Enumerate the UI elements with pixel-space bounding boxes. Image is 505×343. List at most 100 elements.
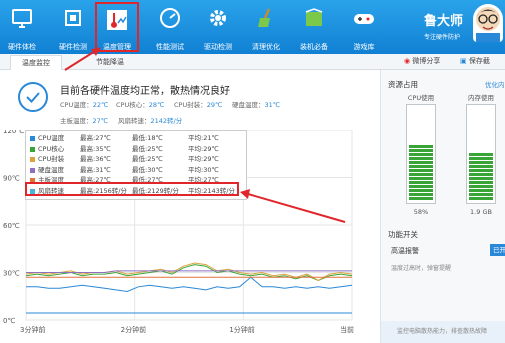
reading-0: CPU温度：22℃ xyxy=(60,99,108,109)
legend-avg: 平均:29℃ xyxy=(188,155,219,164)
sub-navigation: 温度监控 节能降温 ◉ 微博分享 ▣ 保存截 xyxy=(0,54,505,70)
legend-name: 硬盘温度 xyxy=(38,165,64,174)
high-temp-alarm-description: 温度过高时，弹窗提醒 xyxy=(391,265,452,272)
toolbar-label: 温度管理 xyxy=(103,43,131,51)
gear-icon xyxy=(206,6,230,30)
reading-label: CPU封装： xyxy=(174,101,207,109)
resource-usage-title: 资源占用 xyxy=(388,80,418,89)
tab-temperature-monitor[interactable]: 温度监控 xyxy=(10,55,62,70)
share-label: 微博分享 xyxy=(412,57,441,65)
legend-min: 最低:30℃ xyxy=(132,165,163,174)
reading-label: CPU核心： xyxy=(116,101,149,109)
high-temp-alarm-label: 高温报警 xyxy=(391,247,419,255)
resource-sidebar: 资源占用 优化内 CPU使用 58% 内存使用 1.9 GB 功能开关 高温报警… xyxy=(380,70,505,343)
monitor-icon xyxy=(10,6,34,30)
y-tick-label: 90℃ xyxy=(3,175,20,183)
weibo-share-button[interactable]: ◉ 微博分享 xyxy=(404,56,440,66)
gamepad-icon xyxy=(352,6,376,30)
toolbar-item-6[interactable]: 装机必备 xyxy=(292,2,336,52)
legend-row: CPU封装 最高:36℃ 最低:25℃ 平均:29℃ xyxy=(26,155,246,164)
legend-name: CPU核心 xyxy=(38,144,65,153)
tab-energy-saving[interactable]: 节能降温 xyxy=(84,55,136,70)
legend-max: 最高:35℃ xyxy=(80,144,111,153)
reading-value: 27℃ xyxy=(92,117,109,125)
legend-max: 最高:31℃ xyxy=(80,165,111,174)
temperature-status-panel: 目前各硬件温度均正常，散热情况良好 CPU温度：22℃ CPU核心：28℃ CPU封… xyxy=(0,70,378,130)
memory-usage-label: 内存使用 xyxy=(468,94,494,102)
fan-speed-highlight xyxy=(25,182,239,196)
legend-swatch xyxy=(30,167,35,173)
box-icon xyxy=(302,6,326,30)
toolbar-item-1[interactable]: 硬件检测 xyxy=(51,2,95,52)
reading-value: 28℃ xyxy=(148,101,165,109)
features-title: 功能开关 xyxy=(388,230,418,239)
reading-label: 主板温度： xyxy=(60,117,93,125)
optimize-memory-link[interactable]: 优化内 xyxy=(485,79,505,89)
chip-icon xyxy=(61,6,85,30)
camera-icon: ▣ xyxy=(460,57,467,65)
reading-value: 2142转/分 xyxy=(150,117,183,125)
sidebar-footer: 监控电脑散热能力，排查散热故障 xyxy=(381,321,505,343)
check-icon xyxy=(18,82,48,112)
cpu-usage-gauge xyxy=(406,104,436,204)
legend-swatch xyxy=(30,136,35,141)
speedometer-icon xyxy=(158,6,182,30)
legend-swatch xyxy=(30,157,35,163)
reading-5: 风扇转速：2142转/分 xyxy=(118,115,182,125)
reading-value: 29℃ xyxy=(206,101,223,109)
toolbar-item-4[interactable]: 驱动检测 xyxy=(196,2,240,52)
mascot-avatar[interactable] xyxy=(473,4,503,42)
high-temp-alarm-toggle[interactable]: 已开启 xyxy=(490,244,505,256)
legend-max: 最高:36℃ xyxy=(80,155,111,164)
memory-usage-fill xyxy=(469,153,493,201)
y-tick-label: 0℃ xyxy=(3,317,15,325)
legend-avg: 平均:30℃ xyxy=(188,165,219,174)
toolbar-item-7[interactable]: 游戏库 xyxy=(342,2,386,52)
reading-label: 硬盘温度： xyxy=(232,101,265,109)
legend-min: 最低:25℃ xyxy=(132,155,163,164)
reading-1: CPU核心：28℃ xyxy=(116,99,164,109)
legend-max: 最高:27℃ xyxy=(80,134,111,142)
legend-row: CPU温度 最高:27℃ 最低:18℃ 平均:21℃ xyxy=(26,134,246,143)
legend-name: CPU封装 xyxy=(38,155,65,164)
y-tick-label: 30℃ xyxy=(3,270,20,278)
x-tick-label: 1分钟前 xyxy=(229,325,254,334)
toolbar-label: 硬件体检 xyxy=(8,43,36,51)
toolbar-item-3[interactable]: 性能测试 xyxy=(148,2,192,52)
reading-4: 主板温度：27℃ xyxy=(60,115,108,125)
y-tick-label: 120℃ xyxy=(3,130,24,135)
reading-value: 31℃ xyxy=(264,101,281,109)
legend-row: 硬盘温度 最高:31℃ 最低:30℃ 平均:30℃ xyxy=(26,166,246,175)
toolbar-label: 游戏库 xyxy=(353,43,375,51)
legend-name: CPU温度 xyxy=(38,134,65,142)
reading-label: 风扇转速： xyxy=(118,117,151,125)
legend-avg: 平均:29℃ xyxy=(188,144,219,153)
toolbar-item-5[interactable]: 清理优化 xyxy=(244,2,288,52)
save-screenshot-button[interactable]: ▣ 保存截 xyxy=(460,56,490,66)
cpu-usage-value: 58% xyxy=(413,208,429,216)
y-tick-label: 60℃ xyxy=(3,222,20,230)
reading-label: CPU温度： xyxy=(60,101,93,109)
x-tick-label: 3分钟前 xyxy=(20,325,45,334)
memory-usage-value: 1.9 GB xyxy=(470,208,492,216)
share-icon: ◉ xyxy=(404,57,411,65)
toolbar-item-0[interactable]: 硬件体检 xyxy=(0,2,44,52)
status-title: 目前各硬件温度均正常，散热情况良好 xyxy=(60,86,230,97)
cpu-usage-label: CPU使用 xyxy=(407,94,435,102)
memory-usage-gauge xyxy=(466,104,496,204)
reading-3: 硬盘温度：31℃ xyxy=(232,99,280,109)
broom-icon xyxy=(254,6,278,30)
thermometer-icon xyxy=(105,8,129,32)
reading-value: 22℃ xyxy=(92,101,109,109)
legend-swatch xyxy=(30,146,35,152)
legend-min: 最低:25℃ xyxy=(132,144,163,153)
save-label: 保存截 xyxy=(468,57,490,65)
toolbar-item-2[interactable]: 温度管理 xyxy=(95,2,139,52)
toolbar-label: 装机必备 xyxy=(300,43,328,51)
legend-min: 最低:18℃ xyxy=(132,134,163,142)
legend-avg: 平均:21℃ xyxy=(188,134,219,142)
reading-2: CPU封装：29℃ xyxy=(174,99,222,109)
legend-row: CPU核心 最高:35℃ 最低:25℃ 平均:29℃ xyxy=(26,145,246,154)
brand-slogan: 专注硬件防护 xyxy=(424,34,461,41)
mascot-icon xyxy=(476,7,500,42)
